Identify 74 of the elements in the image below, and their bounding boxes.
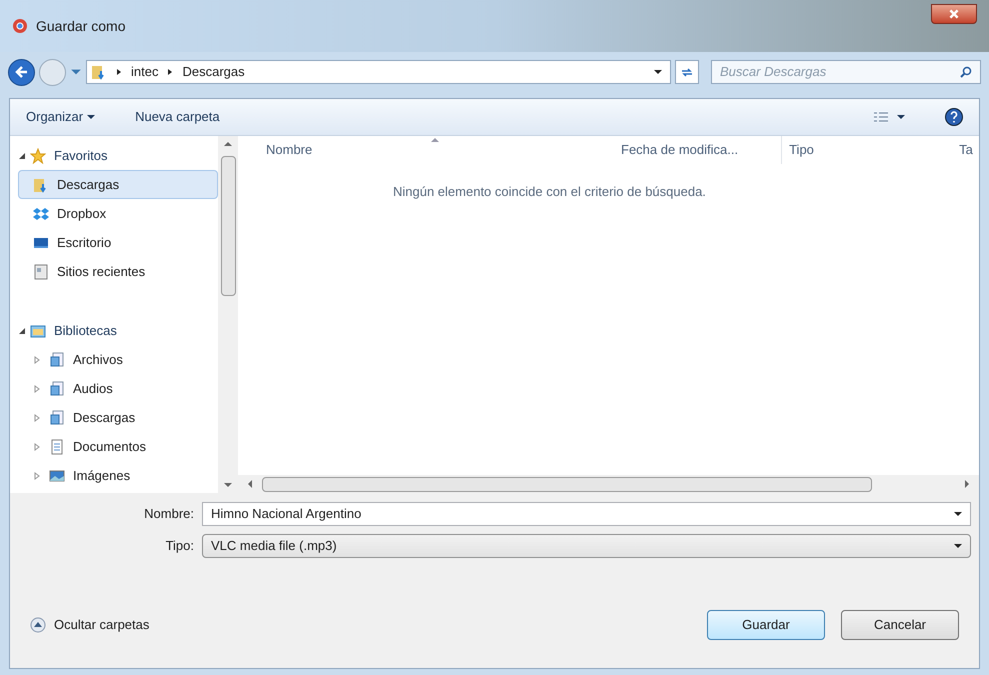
collapse-arrow-icon[interactable] (18, 326, 26, 334)
help-icon (950, 111, 958, 123)
dropdown-arrow-icon (954, 510, 962, 518)
dropdown-arrow-icon (954, 542, 962, 550)
expand-arrow-icon[interactable] (33, 356, 41, 364)
library-folder-icon (30, 322, 46, 338)
star-icon (30, 148, 46, 164)
back-arrow-icon (14, 64, 30, 80)
column-header[interactable]: Ta (959, 136, 979, 164)
scroll-left-icon[interactable] (246, 480, 254, 488)
hide-folders-button[interactable]: Ocultar carpetas (30, 615, 150, 635)
sidebar-item[interactable]: Imágenes (18, 461, 218, 490)
close-button[interactable] (931, 4, 977, 24)
scroll-down-icon[interactable] (224, 481, 232, 489)
scroll-thumb[interactable] (220, 156, 236, 296)
library-icon (49, 380, 65, 396)
window-title: Guardar como (36, 16, 126, 36)
document-icon (49, 438, 65, 454)
collapse-arrow-icon[interactable] (18, 152, 26, 160)
sidebar-item[interactable]: Archivos (18, 345, 218, 374)
sidebar-heading[interactable]: Favoritos (54, 146, 108, 166)
chevron-icon[interactable] (115, 68, 123, 76)
sidebar-heading[interactable]: Bibliotecas (54, 320, 117, 340)
scroll-right-icon[interactable] (963, 480, 971, 488)
dropdown-arrow-icon[interactable] (654, 68, 662, 76)
column-header[interactable]: Fecha de modifica... (611, 136, 782, 164)
scroll-thumb[interactable] (262, 476, 872, 492)
recent-places-icon (33, 264, 49, 280)
sidebar-scrollbar[interactable] (218, 136, 238, 493)
breadcrumb-item[interactable]: Descargas (182, 62, 245, 82)
dropbox-icon (33, 206, 49, 222)
expand-arrow-icon[interactable] (33, 472, 41, 480)
search-icon (960, 66, 972, 78)
empty-message: Ningún elemento coincide con el criterio de búsqueda. (393, 183, 707, 201)
expand-arrow-icon[interactable] (33, 414, 41, 422)
sidebar-item[interactable]: Sitios recientes (18, 257, 218, 286)
refresh-arrows-icon (681, 66, 693, 78)
file-name-field[interactable]: Himno Nacional Argentino (202, 502, 971, 526)
caret-icon (897, 113, 905, 121)
file-type-dropdown[interactable]: VLC media file (.mp3) (202, 534, 971, 558)
chevron-icon[interactable] (166, 68, 174, 76)
app-icon (12, 18, 28, 34)
library-icon (49, 410, 65, 426)
horizontal-scrollbar[interactable] (238, 475, 979, 493)
sidebar-item[interactable]: Audios (18, 374, 218, 403)
sidebar-item[interactable]: Escritorio (18, 228, 218, 257)
cancel-button[interactable]: Cancelar (841, 610, 959, 640)
expand-arrow-icon[interactable] (33, 384, 41, 392)
refresh-button[interactable] (675, 60, 699, 84)
close-icon (948, 8, 960, 20)
sidebar-item[interactable]: Documentos (18, 432, 218, 461)
sort-arrow-icon (431, 136, 439, 144)
field-label: Nombre: (143, 505, 195, 524)
new-folder-button[interactable]: Nueva carpeta (135, 107, 220, 127)
sidebar-item[interactable]: Descargas (18, 170, 218, 199)
organize-menu[interactable]: Organizar (26, 107, 96, 127)
field-label: Tipo: (164, 537, 195, 556)
address-bar[interactable]: intec Descargas (86, 60, 671, 84)
details-view-icon (873, 111, 889, 123)
column-header[interactable]: Nombre (238, 136, 612, 164)
scroll-up-icon[interactable] (224, 140, 232, 148)
save-button[interactable]: Guardar (707, 610, 825, 640)
expand-arrow-icon[interactable] (33, 442, 41, 450)
pictures-icon (49, 468, 65, 484)
breadcrumb-item[interactable]: intec (131, 62, 158, 82)
sidebar-item[interactable]: Descargas (18, 403, 218, 432)
collapse-up-icon (30, 617, 46, 633)
back-button[interactable] (8, 58, 35, 86)
view-options-button[interactable] (873, 111, 905, 123)
library-icon (49, 352, 65, 368)
column-header[interactable]: Tipo (782, 136, 960, 164)
sidebar-item[interactable]: Dropbox (18, 199, 218, 228)
help-button[interactable] (945, 108, 963, 126)
caret-icon (87, 113, 96, 121)
